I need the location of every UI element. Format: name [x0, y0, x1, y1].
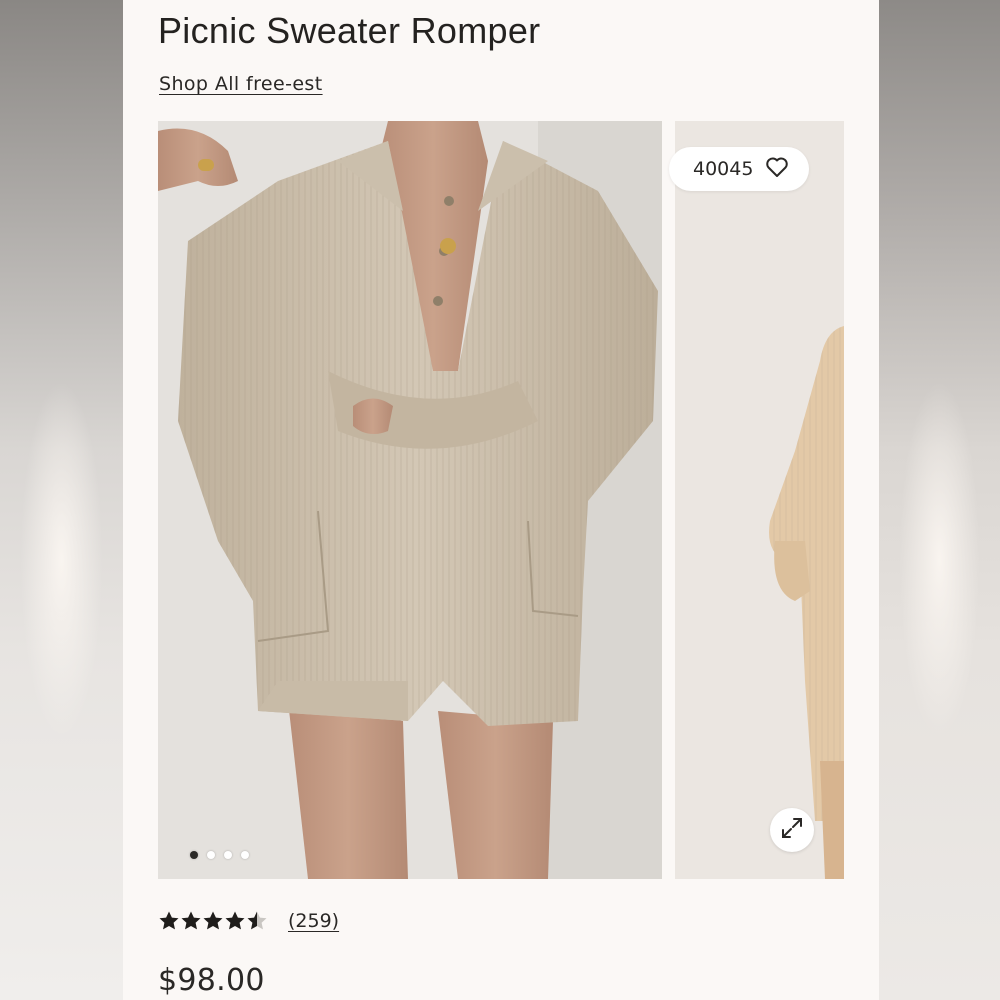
left-blurred-gutter [0, 0, 123, 1000]
product-title: Picnic Sweater Romper [158, 10, 541, 51]
like-count: 40045 [693, 158, 754, 180]
model-wearing-romper-illustration [158, 121, 662, 879]
like-button[interactable]: 40045 [669, 147, 810, 191]
star-icon [159, 911, 179, 930]
product-page: Picnic Sweater Romper Shop All free-est [123, 0, 879, 1000]
model-side-view-illustration [675, 121, 844, 879]
product-main-image[interactable] [158, 121, 662, 879]
product-next-image[interactable] [675, 121, 844, 879]
right-blurred-gutter [879, 0, 1000, 1000]
expand-arrows-icon [780, 816, 804, 845]
product-price: $98.00 [158, 963, 265, 998]
gallery-dot-1[interactable] [190, 851, 198, 859]
gallery-dot-4[interactable] [241, 851, 249, 859]
star-icon [247, 911, 267, 930]
heart-outline-icon [765, 156, 789, 183]
gallery-dot-2[interactable] [207, 851, 215, 859]
product-rating: (259) [158, 910, 339, 932]
review-count-link[interactable]: (259) [288, 910, 339, 932]
star-icon [225, 911, 245, 930]
gallery-dot-3[interactable] [224, 851, 232, 859]
expand-image-button[interactable] [770, 808, 814, 852]
star-icon [181, 911, 201, 930]
gallery-pagination [190, 851, 249, 859]
rating-stars [158, 910, 268, 932]
star-icon [203, 911, 223, 930]
shop-all-link[interactable]: Shop All free-est [159, 73, 323, 95]
